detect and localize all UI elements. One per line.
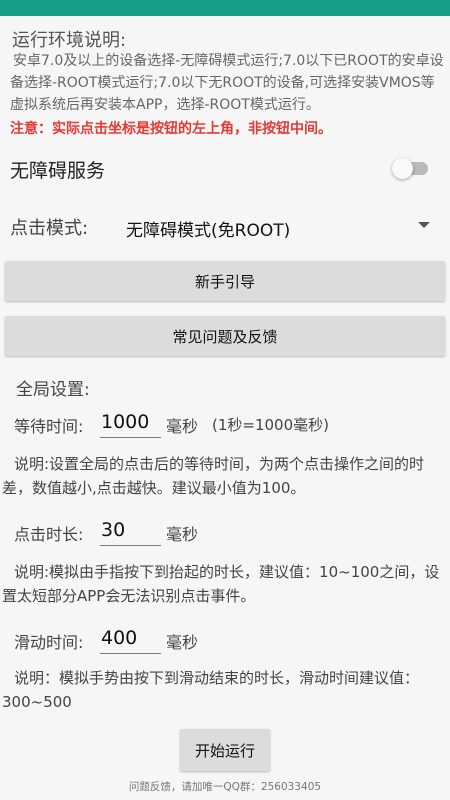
wait-time-label: 等待时间:	[14, 417, 84, 436]
accessibility-service-label: 无障碍服务	[10, 160, 106, 182]
accessibility-service-toggle[interactable]	[392, 158, 428, 179]
slide-time-description: 说明：模拟手势由按下到滑动结束的时长，滑动时间建议值：300~500	[2, 669, 420, 711]
click-duration-unit: 毫秒	[166, 525, 199, 544]
click-mode-label: 点击模式:	[10, 218, 89, 239]
beginner-guide-button[interactable]: 新手引导	[5, 261, 445, 301]
slide-time-label: 滑动时间:	[14, 633, 84, 652]
footer-feedback-text: 问题反馈，请加唯一QQ群：256033405	[128, 781, 322, 793]
click-mode-dropdown[interactable]: 无障碍模式(免ROOT)	[118, 208, 436, 244]
click-duration-label: 点击时长:	[14, 525, 84, 544]
faq-feedback-button[interactable]: 常见问题及反馈	[5, 316, 445, 356]
global-settings-title: 全局设置:	[16, 380, 90, 400]
click-mode-selected-value: 无障碍模式(免ROOT)	[126, 221, 291, 241]
wait-time-note: (1秒=1000毫秒)	[212, 416, 329, 434]
environment-title: 运行环境说明:	[12, 30, 127, 51]
click-duration-description: 说明:模拟由手指按下到抬起的时长，建议值：10~100之间，设置太短部分APP会…	[2, 563, 440, 605]
wait-time-unit: 毫秒	[166, 417, 199, 436]
status-bar	[0, 0, 450, 16]
slide-time-input[interactable]: 400	[100, 625, 161, 654]
toggle-thumb	[392, 158, 413, 179]
warning-text: 注意：实际点击坐标是按钮的左上角，非按钮中间。	[10, 121, 332, 137]
click-duration-input[interactable]: 30	[100, 517, 161, 546]
slide-time-unit: 毫秒	[166, 633, 199, 652]
wait-time-description: 说明:设置全局的点击后的等待时间，为两个点击操作之间的时差，数值越小,点击越快。…	[2, 455, 425, 497]
dropdown-arrow-icon	[418, 222, 430, 228]
start-run-button[interactable]: 开始运行	[180, 729, 270, 771]
wait-time-input[interactable]: 1000	[100, 409, 161, 438]
environment-description: 安卓7.0及以上的设备选择-无障碍模式运行;7.0以下已ROOT的安卓设备选择-…	[10, 53, 444, 113]
